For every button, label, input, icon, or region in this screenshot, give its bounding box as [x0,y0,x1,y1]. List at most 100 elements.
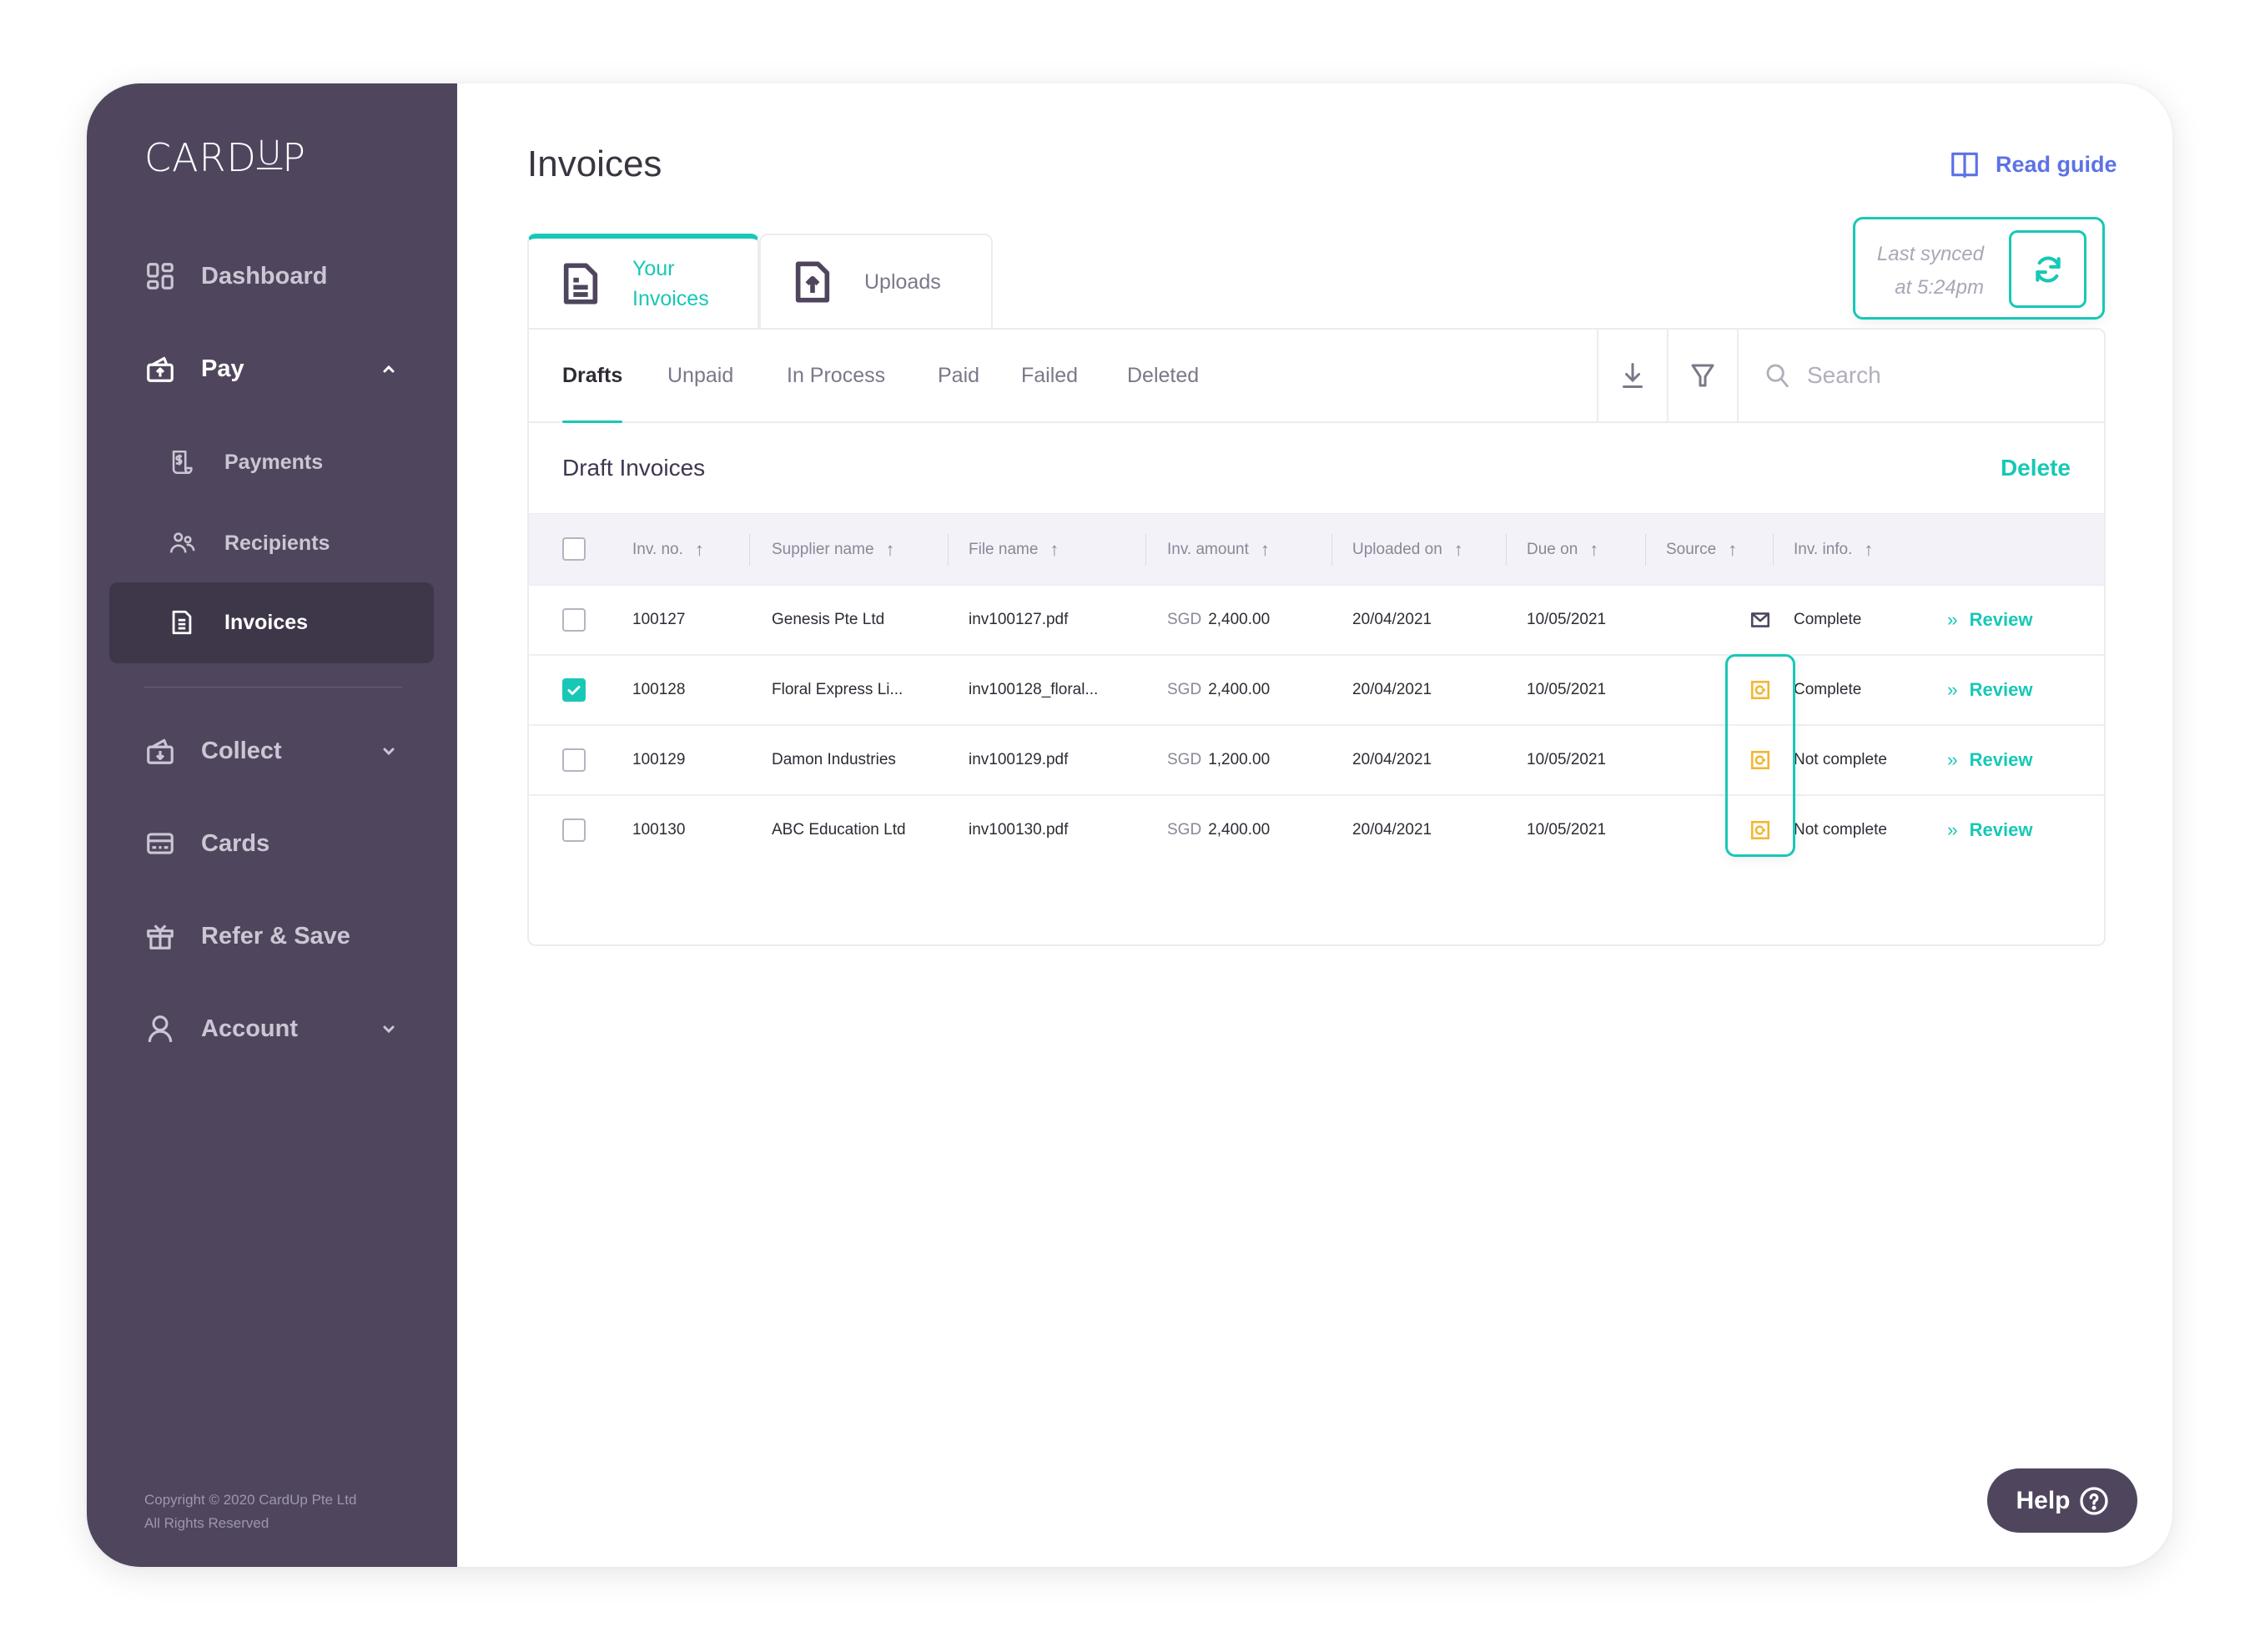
cell-inv-no: 100127 [632,611,686,628]
sidebar-item-label: Pay [201,355,244,382]
search-icon [1766,364,1789,388]
double-chevron-right-icon: ›› [1947,749,1958,770]
cell-supplier: Genesis Pte Ltd [772,611,885,628]
sidebar-item-label: Refer & Save [201,922,350,949]
sidebar-item-pay[interactable]: Pay [144,344,395,394]
amount-value: 1,200.00 [1208,751,1271,768]
currency-code: SGD [1167,821,1202,839]
row-checkbox[interactable] [562,818,586,842]
sidebar-item-label: Recipients [224,531,330,555]
sidebar-item-collect[interactable]: Collect [144,726,395,776]
table-row[interactable]: 100129 Damon Industries inv100129.pdf SGD 1,… [529,724,2104,794]
row-checkbox[interactable] [562,748,586,772]
table-row[interactable]: 100128 Floral Express Li... inv100128_flor… [529,654,2104,724]
chevron-up-icon[interactable] [379,359,399,379]
search-input[interactable] [1807,362,2091,389]
column-label: Uploaded on [1352,540,1442,558]
delete-button[interactable]: Delete [2001,455,2071,481]
cell-source [1749,656,1771,724]
sidebar-item-payments[interactable]: Payments [168,437,323,487]
filter-tab-in-process[interactable]: In Process [787,330,885,421]
review-link[interactable]: ›› Review [1947,796,2032,864]
cards-icon [144,828,176,859]
filter-tab-unpaid[interactable]: Unpaid [667,330,733,421]
review-link[interactable]: ›› Review [1947,586,2032,654]
col-supplier-name[interactable]: Supplier name ↑ [772,514,895,585]
double-chevron-right-icon: ›› [1947,819,1958,840]
sidebar-item-invoices[interactable]: Invoices [168,597,308,647]
sync-status: Last synced at 5:24pm [1853,217,2105,320]
cardup-source-icon [1750,680,1770,700]
sync-button[interactable] [2009,230,2086,308]
col-due-on[interactable]: Due on ↑ [1527,514,1598,585]
review-label: Review [1969,749,2033,770]
cell-supplier: Floral Express Li... [772,681,903,698]
review-link[interactable]: ›› Review [1947,656,2032,724]
pay-icon [144,353,176,385]
help-button[interactable]: Help [1987,1468,2137,1533]
filter-button[interactable] [1667,330,1737,421]
cell-file-name[interactable]: inv100128_floral... [969,656,1098,724]
filter-tab-paid[interactable]: Paid [938,330,979,421]
row-checkbox[interactable] [562,678,586,702]
sidebar-item-account[interactable]: Account [144,1004,395,1054]
sync-text: Last synced at 5:24pm [1877,238,1984,305]
col-file-name[interactable]: File name ↑ [969,514,1059,585]
cell-file-name[interactable]: inv100129.pdf [969,726,1068,794]
amount-value: 2,400.00 [1208,681,1271,698]
select-all-checkbox[interactable] [562,537,586,561]
table-header: Inv. no. ↑ Supplier name ↑ File name ↑ Inv.… [529,513,2104,584]
column-divider [1506,534,1507,566]
column-label: File name [969,540,1039,558]
row-checkbox[interactable] [562,608,586,632]
sidebar-item-cards[interactable]: Cards [144,818,269,869]
col-uploaded-on[interactable]: Uploaded on ↑ [1352,514,1463,585]
column-label: Supplier name [772,540,874,558]
cardup-logo[interactable]: CARDUP [144,134,307,180]
table-row[interactable]: 100127 Genesis Pte Ltd inv100127.pdf SGD 2,4… [529,584,2104,654]
review-link[interactable]: ›› Review [1947,726,2032,794]
table-row[interactable]: 100130 ABC Education Ltd inv100130.pdf SGD 2… [529,794,2104,864]
column-label: Inv. info. [1794,540,1853,558]
email-icon [1750,612,1770,627]
review-label: Review [1969,679,2033,700]
cell-amount: SGD 2,400.00 [1167,586,1270,654]
chevron-down-icon[interactable] [379,1019,399,1039]
col-inv-no[interactable]: Inv. no. ↑ [632,514,704,585]
invoices-panel: Drafts Unpaid In Process Paid Failed Del… [527,328,2106,946]
cell-inv-info: Not complete [1794,751,1887,768]
sidebar-item-label: Invoices [224,610,309,634]
download-button[interactable] [1597,330,1667,421]
cell-inv-info: Not complete [1794,821,1887,839]
col-inv-amount[interactable]: Inv. amount ↑ [1167,514,1270,585]
sidebar-item-refer-save[interactable]: Refer & Save [144,911,350,961]
cell-inv-info: Complete [1794,611,1862,628]
filter-tab-drafts[interactable]: Drafts [562,330,623,423]
sort-arrow-icon: ↑ [1589,538,1599,560]
sidebar-item-label: Collect [201,737,282,764]
cell-inv-no: 100129 [632,751,686,768]
cell-file-name[interactable]: inv100127.pdf [969,586,1068,654]
chevron-down-icon[interactable] [379,741,399,761]
cell-inv-info: Complete [1794,681,1862,698]
cell-amount: SGD 2,400.00 [1167,796,1270,864]
col-inv-info[interactable]: Inv. info. ↑ [1794,514,1873,585]
sidebar-item-label: Account [201,1015,298,1042]
sync-line: Last synced [1876,243,1984,265]
cell-file-name[interactable]: inv100130.pdf [969,796,1068,864]
filter-tab-deleted[interactable]: Deleted [1127,330,1199,421]
sidebar-item-recipients[interactable]: Recipients [168,518,330,568]
logo-text-end: P [282,135,307,180]
sidebar-item-dashboard[interactable]: Dashboard [144,251,327,301]
sort-arrow-icon: ↑ [1260,538,1270,560]
read-guide-link[interactable]: Read guide [1949,149,2117,180]
status-filter-bar: Drafts Unpaid In Process Paid Failed Del… [529,330,2104,423]
review-label: Review [1969,819,2033,840]
read-guide-label: Read guide [1996,151,2117,177]
search-field[interactable] [1737,330,2106,421]
filter-tab-failed[interactable]: Failed [1021,330,1078,421]
col-source[interactable]: Source ↑ [1666,514,1737,585]
amount-value: 2,400.00 [1208,611,1271,628]
tab-your-invoices[interactable]: Your Invoices [527,234,759,328]
tab-uploads[interactable]: Uploads [759,234,993,328]
